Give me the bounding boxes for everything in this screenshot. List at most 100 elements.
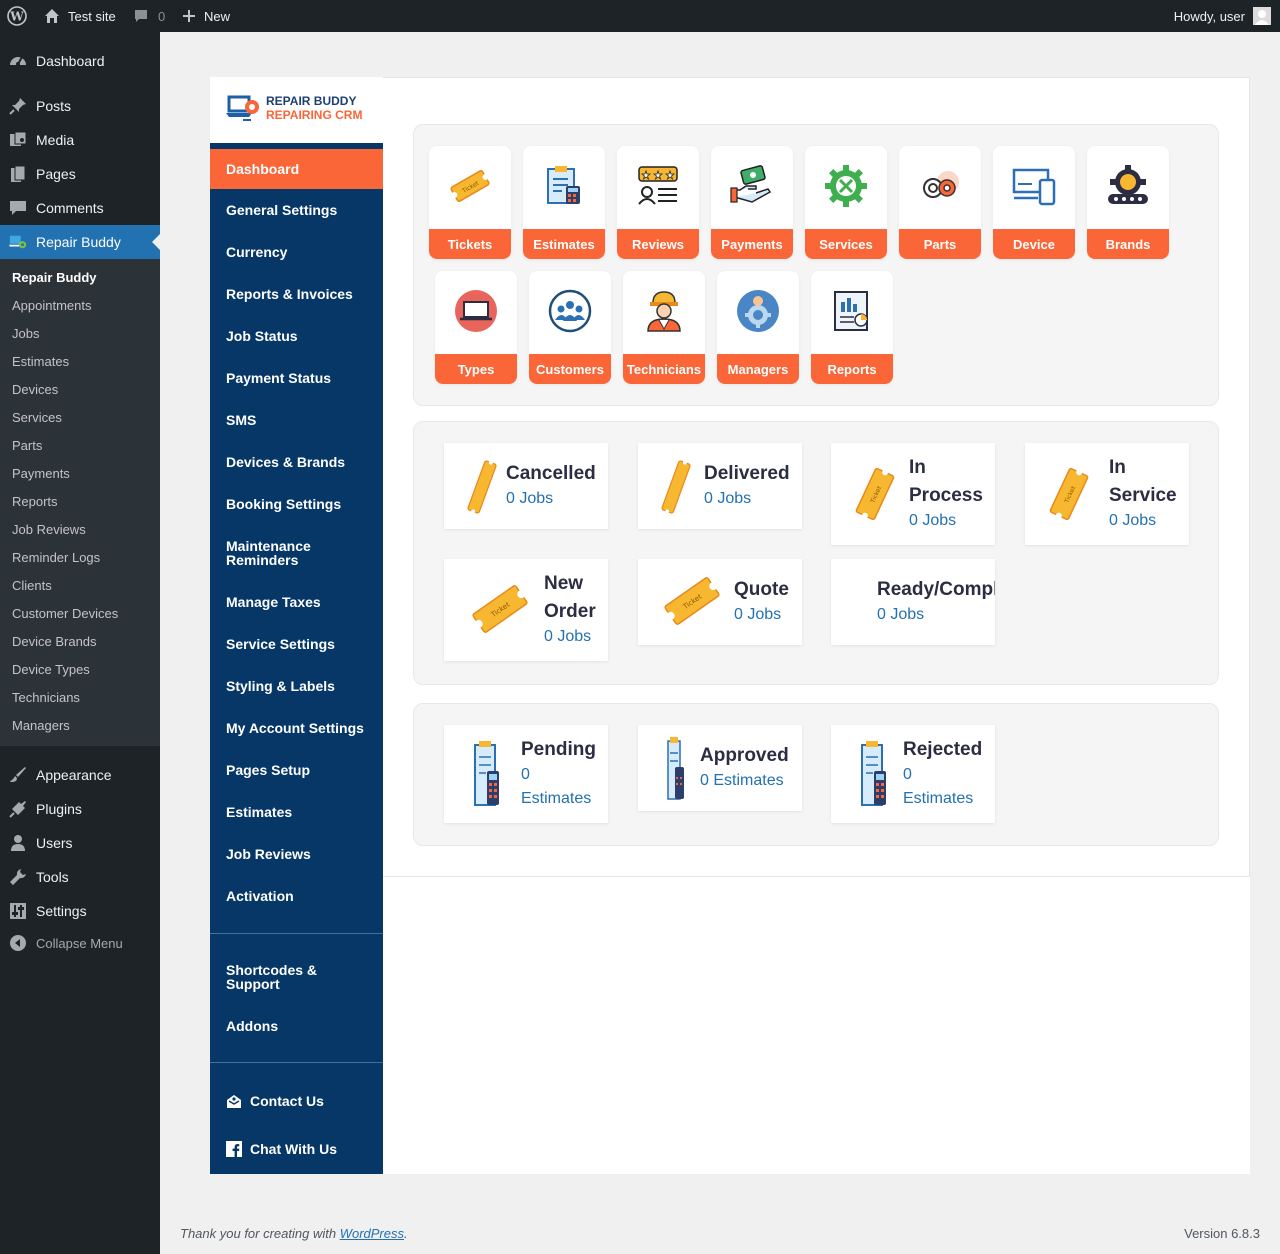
- tile-tickets[interactable]: Ticket Tickets: [429, 146, 511, 259]
- rb-nav-activation[interactable]: Activation: [210, 875, 383, 917]
- tile-managers[interactable]: Managers: [717, 271, 799, 384]
- wordpress-link[interactable]: WordPress: [340, 1226, 404, 1241]
- rb-nav-addons[interactable]: Addons: [210, 1005, 383, 1047]
- payment-hands-icon: [730, 164, 774, 208]
- menu-item-tools[interactable]: Tools: [0, 860, 160, 894]
- submenu-estimates[interactable]: Estimates: [12, 352, 69, 372]
- new-content-link[interactable]: New: [182, 0, 230, 32]
- submenu-reports[interactable]: Reports: [12, 492, 58, 512]
- submenu-device-brands[interactable]: Device Brands: [12, 632, 97, 652]
- job-card-delivered[interactable]: Delivered 0 Jobs: [638, 443, 802, 529]
- submenu-repair-buddy[interactable]: Repair Buddy: [12, 268, 97, 288]
- job-status-panel: Cancelled 0 Jobs Delivered 0 Jobs Ticket…: [413, 421, 1219, 685]
- pages-icon: [9, 165, 27, 183]
- rb-nav-job-reviews[interactable]: Job Reviews: [210, 833, 383, 875]
- rb-nav-maintenance-reminders[interactable]: Maintenance Reminders: [210, 525, 383, 581]
- contact-us-link[interactable]: Contact Us: [210, 1080, 383, 1122]
- comments-count: 0: [158, 8, 166, 24]
- job-card-quote[interactable]: Ticket Quote 0 Jobs: [638, 559, 802, 645]
- rb-nav-shortcodes-support[interactable]: Shortcodes & Support: [210, 949, 383, 1005]
- service-gear-icon: [824, 164, 868, 208]
- rb-nav-currency[interactable]: Currency: [210, 231, 383, 273]
- rb-nav-service-settings[interactable]: Service Settings: [210, 623, 383, 665]
- job-card-cancelled[interactable]: Cancelled 0 Jobs: [444, 443, 608, 529]
- tile-services[interactable]: Services: [805, 146, 887, 259]
- submenu-device-types[interactable]: Device Types: [12, 660, 90, 680]
- collapse-menu-button[interactable]: Collapse Menu: [0, 926, 160, 960]
- submenu-devices[interactable]: Devices: [12, 380, 58, 400]
- submenu-clients[interactable]: Clients: [12, 576, 52, 596]
- job-card-ready-complete[interactable]: Ready/Complete 0 Jobs: [831, 559, 995, 645]
- submenu-parts[interactable]: Parts: [12, 436, 42, 456]
- dashboard-icon: [9, 52, 27, 70]
- submenu-job-reviews[interactable]: Job Reviews: [12, 520, 86, 540]
- tile-types[interactable]: Types: [435, 271, 517, 384]
- quick-links-panel: Ticket Tickets Estimates Reviews Payment…: [413, 124, 1219, 406]
- rb-nav-sms[interactable]: SMS: [210, 399, 383, 441]
- site-name-link[interactable]: Test site: [44, 0, 116, 32]
- submenu-payments[interactable]: Payments: [12, 464, 70, 484]
- rb-nav-job-status[interactable]: Job Status: [210, 315, 383, 357]
- tile-reports[interactable]: Reports: [811, 271, 893, 384]
- rb-nav-my-account-settings[interactable]: My Account Settings: [210, 707, 383, 749]
- tile-parts[interactable]: Parts: [899, 146, 981, 259]
- menu-item-repair-buddy[interactable]: Repair Buddy: [0, 225, 160, 259]
- menu-item-media[interactable]: Media: [0, 123, 160, 157]
- collapse-icon: [9, 934, 27, 952]
- logo-line-2: REPAIRING CRM: [266, 108, 363, 122]
- job-card-new-order[interactable]: Ticket New Order 0 Jobs: [444, 559, 608, 661]
- menu-item-pages[interactable]: Pages: [0, 157, 160, 191]
- chat-with-us-link[interactable]: Chat With Us: [210, 1128, 383, 1170]
- tile-estimates[interactable]: Estimates: [523, 146, 605, 259]
- manager-gear-icon: [736, 289, 780, 333]
- submenu-jobs[interactable]: Jobs: [12, 324, 39, 344]
- estimate-card-approved[interactable]: Approved 0 Estimates: [638, 725, 802, 811]
- menu-item-dashboard[interactable]: Dashboard: [0, 44, 160, 78]
- my-account-link[interactable]: Howdy, user: [1174, 0, 1271, 32]
- rb-nav-dashboard[interactable]: Dashboard: [210, 149, 383, 189]
- rb-nav-estimates[interactable]: Estimates: [210, 791, 383, 833]
- estimate-card-rejected[interactable]: Rejected 0 Estimates: [831, 725, 995, 823]
- rb-nav-booking-settings[interactable]: Booking Settings: [210, 483, 383, 525]
- repair-buddy-icon: [9, 233, 27, 251]
- submenu-technicians[interactable]: Technicians: [12, 688, 80, 708]
- settings-icon: [9, 902, 27, 920]
- menu-item-posts[interactable]: Posts: [0, 89, 160, 123]
- brand-factory-gear-icon: [1106, 164, 1150, 208]
- estimate-clipboard-icon: [667, 737, 684, 800]
- comments-link[interactable]: 0: [133, 0, 165, 32]
- tile-brands[interactable]: Brands: [1087, 146, 1169, 259]
- ticket-icon: Ticket: [855, 467, 895, 521]
- menu-item-plugins[interactable]: Plugins: [0, 792, 160, 826]
- rb-nav-devices-brands[interactable]: Devices & Brands: [210, 441, 383, 483]
- menu-item-users[interactable]: Users: [0, 826, 160, 860]
- tile-technicians[interactable]: Technicians: [623, 271, 705, 384]
- submenu-reminder-logs[interactable]: Reminder Logs: [12, 548, 100, 568]
- tile-payments[interactable]: Payments: [711, 146, 793, 259]
- submenu-customer-devices[interactable]: Customer Devices: [12, 604, 118, 624]
- rb-nav-pages-setup[interactable]: Pages Setup: [210, 749, 383, 791]
- tile-customers[interactable]: Customers: [529, 271, 611, 384]
- rb-nav-reports-invoices[interactable]: Reports & Invoices: [210, 273, 383, 315]
- submenu-managers[interactable]: Managers: [12, 716, 70, 736]
- submenu-services[interactable]: Services: [12, 408, 62, 428]
- rb-nav-styling-labels[interactable]: Styling & Labels: [210, 665, 383, 707]
- menu-item-appearance[interactable]: Appearance: [0, 758, 160, 792]
- rb-nav-general-settings[interactable]: General Settings: [210, 189, 383, 231]
- wordpress-logo-icon[interactable]: W: [7, 0, 27, 32]
- submenu-appointments[interactable]: Appointments: [12, 296, 92, 316]
- review-stars-icon: [636, 164, 680, 208]
- wrench-icon: [9, 868, 27, 886]
- facebook-icon: [226, 1141, 242, 1157]
- logo-icon: [226, 95, 259, 121]
- tile-reviews[interactable]: Reviews: [617, 146, 699, 259]
- estimate-card-pending[interactable]: Pending 0 Estimates: [444, 725, 608, 823]
- job-card-in-process[interactable]: Ticket In Process 0 Jobs: [831, 443, 995, 545]
- job-card-in-service[interactable]: Ticket In Service 0 Jobs: [1025, 443, 1189, 545]
- svg-text:W: W: [9, 10, 24, 24]
- menu-item-comments[interactable]: Comments: [0, 191, 160, 225]
- rb-nav-payment-status[interactable]: Payment Status: [210, 357, 383, 399]
- menu-item-settings[interactable]: Settings: [0, 894, 160, 928]
- tile-device[interactable]: Device: [993, 146, 1075, 259]
- rb-nav-manage-taxes[interactable]: Manage Taxes: [210, 581, 383, 623]
